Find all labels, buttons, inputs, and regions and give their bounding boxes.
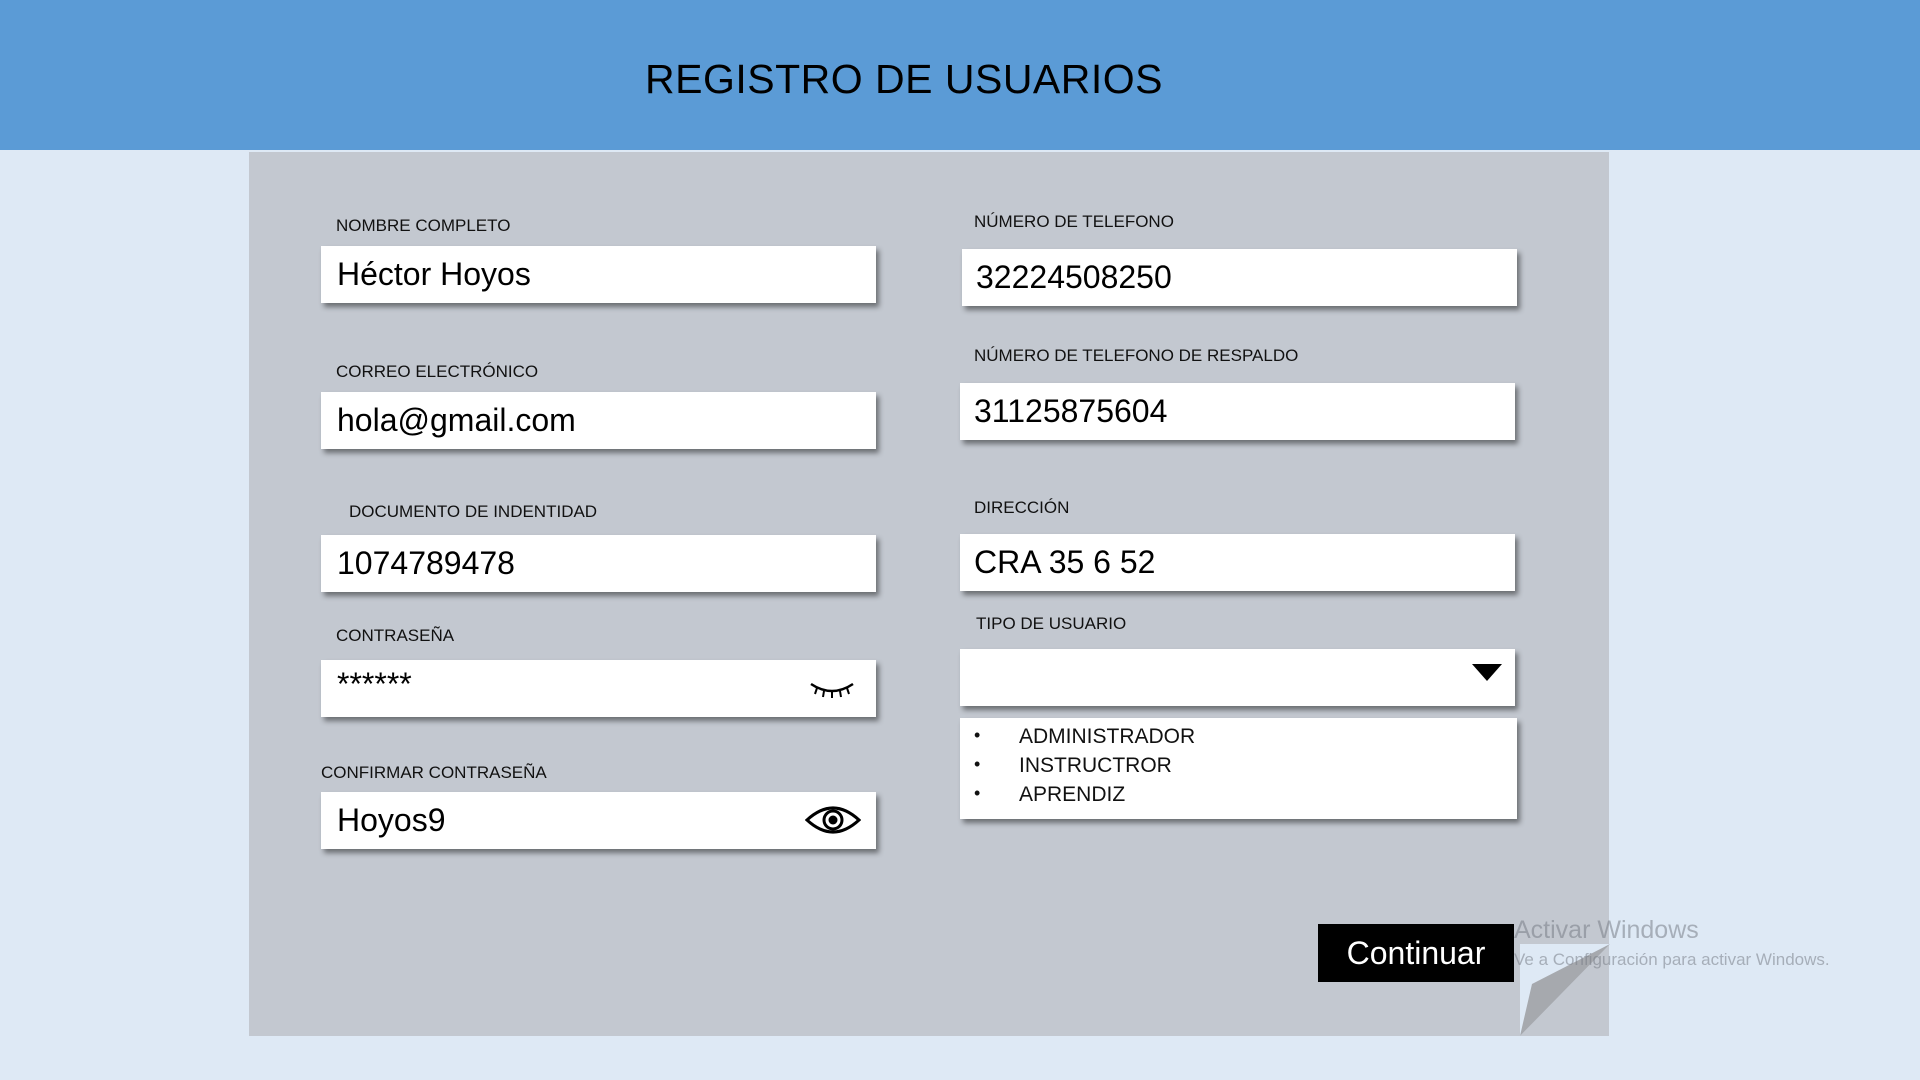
option-bullet: • [974,754,981,774]
telefono-label: NÚMERO DE TELEFONO [974,212,1174,231]
continue-button[interactable]: Continuar [1318,924,1514,982]
windows-activation-subtitle: Ve a Configuración para activar Windows. [1514,950,1830,969]
option-label: INSTRUCTROR [1019,754,1172,777]
telefono-respaldo-field[interactable]: 31125875604 [960,383,1515,440]
contrasena-value: ****** [337,666,412,702]
documento-field[interactable]: 1074789478 [321,535,876,592]
option-label: ADMINISTRADOR [1019,725,1196,748]
eye-closed-icon[interactable] [809,680,855,702]
screen: REGISTRO DE USUARIOS NOMBRE COMPLETO Héc… [0,0,1920,1080]
telefono-field[interactable]: 32224508250 [962,249,1517,306]
telefono-respaldo-value: 31125875604 [974,393,1168,429]
tipo-usuario-select[interactable] [960,649,1515,706]
confirmar-label: CONFIRMAR CONTRASEÑA [321,763,547,782]
nombre-field[interactable]: Héctor Hoyos [321,246,876,303]
direccion-field[interactable]: CRA 35 6 52 [960,534,1515,591]
eye-icon[interactable] [805,802,861,838]
telefono-respaldo-label: NÚMERO DE TELEFONO DE RESPALDO [974,346,1299,365]
option-label: APRENDIZ [1019,783,1126,806]
contrasena-label: CONTRASEÑA [336,626,455,645]
header-bar: REGISTRO DE USUARIOS [0,0,1920,150]
correo-label: CORREO ELECTRÓNICO [336,362,539,381]
option-bullet: • [974,725,981,745]
contrasena-field[interactable]: ****** [321,660,876,717]
tipo-usuario-options: • ADMINISTRADOR • INSTRUCTROR • APRENDIZ [960,718,1517,819]
documento-value: 1074789478 [337,545,515,581]
confirmar-value: Hoyos9 [337,802,446,838]
tipo-usuario-label: TIPO DE USUARIO [976,614,1127,633]
nombre-value: Héctor Hoyos [337,256,531,292]
direccion-label: DIRECCIÓN [974,498,1070,517]
confirmar-field[interactable]: Hoyos9 [321,792,876,849]
page-title: REGISTRO DE USUARIOS [645,56,1164,102]
telefono-value: 32224508250 [976,259,1172,295]
windows-activation-title: Activar Windows [1514,916,1699,944]
documento-label: DOCUMENTO DE INDENTIDAD [349,502,598,521]
correo-field[interactable]: hola@gmail.com [321,392,876,449]
direccion-value: CRA 35 6 52 [974,544,1156,580]
caret-down-icon[interactable] [1471,662,1503,682]
option-bullet: • [974,783,981,803]
nombre-label: NOMBRE COMPLETO [336,216,511,235]
correo-value: hola@gmail.com [337,402,576,438]
